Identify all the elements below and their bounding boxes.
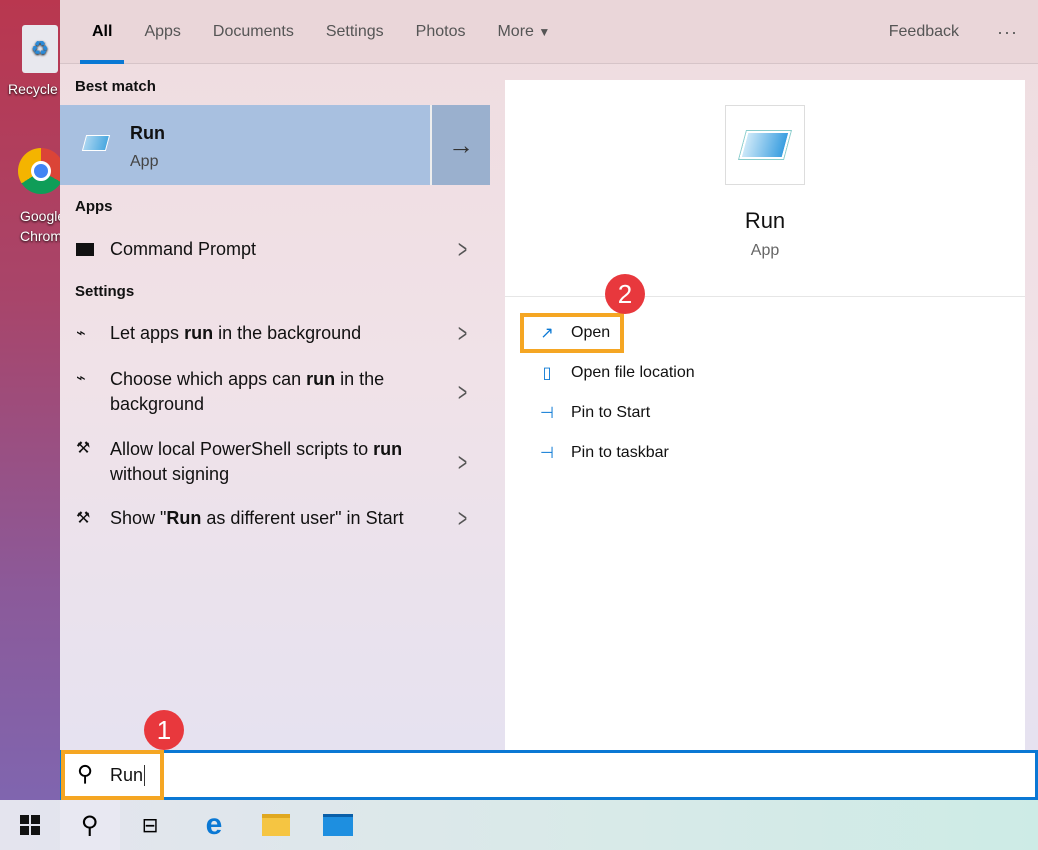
best-match-title: Run	[130, 123, 165, 143]
pin-to-taskbar-label: Pin to taskbar	[571, 444, 669, 461]
feedback-button[interactable]: Feedback	[889, 23, 959, 41]
apps-header: Apps	[75, 198, 113, 215]
setting-item[interactable]: ⚒ Show "Run as different user" in Start …	[60, 502, 490, 534]
setting-item[interactable]: ⌁ Let apps run in the background >	[60, 317, 490, 349]
tools-icon: ⚒	[76, 440, 91, 457]
step-badge-1: 1	[144, 710, 184, 750]
recycle-bin-glyph: ♻	[22, 25, 58, 73]
best-match-subtitle: App	[130, 153, 159, 170]
task-view-button[interactable]: ⊟	[120, 800, 180, 850]
setting-item[interactable]: ⌁ Choose which apps can run in the backg…	[60, 366, 490, 418]
search-icon: ⚲	[81, 811, 99, 839]
settings-header: Settings	[75, 283, 135, 300]
tab-all[interactable]: All	[79, 0, 126, 64]
more-options-icon[interactable]: ···	[997, 22, 1018, 43]
file-location-icon: ▯	[542, 365, 552, 382]
taskbar: ⚲ ⊟ e	[0, 800, 1038, 850]
start-button[interactable]	[0, 800, 60, 850]
run-large-icon	[725, 105, 805, 185]
setting-label: Choose which apps can run in the backgro…	[110, 369, 385, 414]
activity-monitor-icon: ⌁	[76, 325, 86, 342]
file-explorer-button[interactable]	[246, 800, 306, 850]
pin-icon: ⊣	[540, 445, 554, 462]
expand-arrow-button[interactable]: →	[430, 105, 490, 185]
pin-to-start-action[interactable]: ⊣ Pin to Start	[535, 403, 650, 423]
chevron-right-icon: >	[457, 446, 467, 477]
preview-pane: Run App ↗ Open ▯ Open file location ⊣ Pin t…	[505, 80, 1025, 750]
preview-divider	[505, 296, 1025, 297]
mail-button[interactable]	[308, 800, 368, 850]
pin-to-start-label: Pin to Start	[571, 404, 651, 421]
tab-more[interactable]: More ▼	[497, 0, 550, 64]
edge-icon: e	[205, 808, 223, 841]
open-file-location-action[interactable]: ▯ Open file location	[535, 363, 695, 383]
recycle-bin-label: Recycle Bin	[8, 81, 60, 97]
app-item-command-prompt[interactable]: Command Prompt >	[60, 233, 490, 265]
filter-tabs: All Apps Documents Settings Photos More …	[60, 0, 1038, 64]
pin-to-taskbar-action[interactable]: ⊣ Pin to taskbar	[535, 443, 669, 463]
windows-icon	[20, 815, 40, 835]
setting-label: Show "Run as different user" in Start	[110, 507, 404, 528]
search-box[interactable]: ⚲ Run	[60, 750, 1038, 800]
arrow-right-icon: →	[448, 129, 474, 160]
setting-label: Allow local PowerShell scripts to run wi…	[110, 439, 403, 484]
tab-photos[interactable]: Photos	[416, 0, 466, 64]
search-highlight	[61, 750, 164, 800]
chevron-right-icon: >	[457, 233, 467, 264]
caret-down-icon: ▼	[538, 24, 551, 39]
activity-monitor-icon: ⌁	[76, 370, 86, 387]
setting-label: Let apps run in the background	[110, 322, 362, 343]
open-highlight	[520, 313, 624, 353]
chevron-right-icon: >	[457, 376, 467, 407]
open-file-location-label: Open file location	[571, 364, 695, 381]
best-match-header: Best match	[75, 78, 156, 95]
tools-icon: ⚒	[76, 510, 91, 527]
folder-icon	[262, 814, 290, 836]
chevron-right-icon: >	[457, 317, 467, 348]
best-match-run[interactable]: Run App →	[60, 105, 490, 185]
preview-title: Run	[744, 208, 786, 233]
search-results-panel: All Apps Documents Settings Photos More …	[60, 0, 1038, 750]
tab-settings[interactable]: Settings	[326, 0, 384, 64]
run-app-icon	[81, 135, 111, 151]
task-view-icon: ⊟	[141, 814, 159, 837]
command-prompt-icon	[76, 242, 94, 256]
recycle-bin-icon[interactable]: ♻ Recycle Bin	[0, 25, 60, 110]
chrome-label: Google Chrome	[20, 208, 60, 244]
search-taskbar-button[interactable]: ⚲	[60, 800, 120, 850]
tab-apps[interactable]: Apps	[144, 0, 180, 64]
chrome-icon[interactable]: Google Chrome	[0, 148, 60, 248]
tab-more-label: More	[497, 22, 534, 40]
edge-button[interactable]: e	[184, 800, 244, 850]
pin-icon: ⊣	[540, 405, 554, 422]
preview-subtitle: App	[750, 242, 780, 259]
chevron-right-icon: >	[457, 502, 467, 533]
mail-icon	[323, 814, 353, 836]
step-badge-2: 2	[605, 274, 645, 314]
setting-item[interactable]: ⚒ Allow local PowerShell scripts to run …	[60, 436, 490, 488]
tab-documents[interactable]: Documents	[213, 0, 294, 64]
chrome-glyph	[18, 148, 60, 194]
app-item-label: Command Prompt	[110, 238, 257, 259]
